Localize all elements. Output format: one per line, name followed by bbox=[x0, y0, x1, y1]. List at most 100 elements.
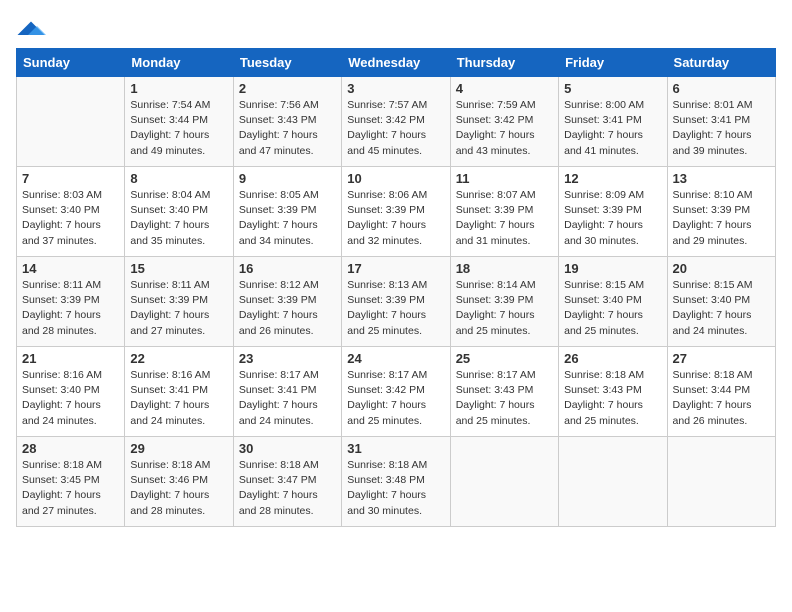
calendar-cell: 11 Sunrise: 8:07 AMSunset: 3:39 PMDayligh… bbox=[450, 167, 558, 257]
day-header-sunday: Sunday bbox=[17, 49, 125, 77]
calendar-cell: 6 Sunrise: 8:01 AMSunset: 3:41 PMDaylight… bbox=[667, 77, 775, 167]
day-info: Sunrise: 8:16 AMSunset: 3:40 PMDaylight:… bbox=[22, 368, 119, 429]
day-number: 16 bbox=[239, 261, 336, 276]
day-number: 3 bbox=[347, 81, 444, 96]
day-info: Sunrise: 8:13 AMSunset: 3:39 PMDaylight:… bbox=[347, 278, 444, 339]
week-row-1: 7 Sunrise: 8:03 AMSunset: 3:40 PMDaylight… bbox=[17, 167, 776, 257]
day-info: Sunrise: 8:05 AMSunset: 3:39 PMDaylight:… bbox=[239, 188, 336, 249]
day-header-monday: Monday bbox=[125, 49, 233, 77]
calendar-cell: 25 Sunrise: 8:17 AMSunset: 3:43 PMDayligh… bbox=[450, 347, 558, 437]
day-number: 11 bbox=[456, 171, 553, 186]
day-info: Sunrise: 8:10 AMSunset: 3:39 PMDaylight:… bbox=[673, 188, 770, 249]
day-number: 17 bbox=[347, 261, 444, 276]
day-info: Sunrise: 7:54 AMSunset: 3:44 PMDaylight:… bbox=[130, 98, 227, 159]
calendar-cell bbox=[450, 437, 558, 527]
day-info: Sunrise: 7:59 AMSunset: 3:42 PMDaylight:… bbox=[456, 98, 553, 159]
day-info: Sunrise: 8:17 AMSunset: 3:43 PMDaylight:… bbox=[456, 368, 553, 429]
day-header-saturday: Saturday bbox=[667, 49, 775, 77]
day-number: 24 bbox=[347, 351, 444, 366]
calendar-cell: 5 Sunrise: 8:00 AMSunset: 3:41 PMDaylight… bbox=[559, 77, 667, 167]
calendar-cell: 16 Sunrise: 8:12 AMSunset: 3:39 PMDayligh… bbox=[233, 257, 341, 347]
day-number: 15 bbox=[130, 261, 227, 276]
day-number: 6 bbox=[673, 81, 770, 96]
day-info: Sunrise: 8:03 AMSunset: 3:40 PMDaylight:… bbox=[22, 188, 119, 249]
day-info: Sunrise: 8:18 AMSunset: 3:47 PMDaylight:… bbox=[239, 458, 336, 519]
calendar-cell: 4Sunrise: 7:59 AMSunset: 3:42 PMDaylight… bbox=[450, 77, 558, 167]
day-info: Sunrise: 8:18 AMSunset: 3:44 PMDaylight:… bbox=[673, 368, 770, 429]
day-number: 12 bbox=[564, 171, 661, 186]
day-number: 25 bbox=[456, 351, 553, 366]
calendar-cell: 31 Sunrise: 8:18 AMSunset: 3:48 PMDayligh… bbox=[342, 437, 450, 527]
calendar-cell: 24 Sunrise: 8:17 AMSunset: 3:42 PMDayligh… bbox=[342, 347, 450, 437]
calendar-cell: 2Sunrise: 7:56 AMSunset: 3:43 PMDaylight… bbox=[233, 77, 341, 167]
day-info: Sunrise: 8:17 AMSunset: 3:41 PMDaylight:… bbox=[239, 368, 336, 429]
calendar-cell: 17 Sunrise: 8:13 AMSunset: 3:39 PMDayligh… bbox=[342, 257, 450, 347]
day-info: Sunrise: 8:09 AMSunset: 3:39 PMDaylight:… bbox=[564, 188, 661, 249]
day-info: Sunrise: 8:16 AMSunset: 3:41 PMDaylight:… bbox=[130, 368, 227, 429]
day-info: Sunrise: 8:17 AMSunset: 3:42 PMDaylight:… bbox=[347, 368, 444, 429]
week-row-0: 1 Sunrise: 7:54 AMSunset: 3:44 PMDaylight… bbox=[17, 77, 776, 167]
day-number: 27 bbox=[673, 351, 770, 366]
day-number: 22 bbox=[130, 351, 227, 366]
day-info: Sunrise: 8:11 AMSunset: 3:39 PMDaylight:… bbox=[130, 278, 227, 339]
calendar-cell: 12 Sunrise: 8:09 AMSunset: 3:39 PMDayligh… bbox=[559, 167, 667, 257]
calendar-cell: 15 Sunrise: 8:11 AMSunset: 3:39 PMDayligh… bbox=[125, 257, 233, 347]
day-number: 5 bbox=[564, 81, 661, 96]
calendar-cell: 27 Sunrise: 8:18 AMSunset: 3:44 PMDayligh… bbox=[667, 347, 775, 437]
day-number: 1 bbox=[130, 81, 227, 96]
day-number: 29 bbox=[130, 441, 227, 456]
day-number: 10 bbox=[347, 171, 444, 186]
calendar-cell bbox=[667, 437, 775, 527]
day-info: Sunrise: 7:57 AMSunset: 3:42 PMDaylight:… bbox=[347, 98, 444, 159]
day-number: 20 bbox=[673, 261, 770, 276]
day-info: Sunrise: 8:18 AMSunset: 3:48 PMDaylight:… bbox=[347, 458, 444, 519]
day-number: 7 bbox=[22, 171, 119, 186]
day-info: Sunrise: 8:00 AMSunset: 3:41 PMDaylight:… bbox=[564, 98, 661, 159]
calendar-cell: 19Sunrise: 8:15 AMSunset: 3:40 PMDayligh… bbox=[559, 257, 667, 347]
day-number: 9 bbox=[239, 171, 336, 186]
day-info: Sunrise: 8:18 AMSunset: 3:46 PMDaylight:… bbox=[130, 458, 227, 519]
calendar-cell: 14 Sunrise: 8:11 AMSunset: 3:39 PMDayligh… bbox=[17, 257, 125, 347]
day-header-thursday: Thursday bbox=[450, 49, 558, 77]
week-row-2: 14 Sunrise: 8:11 AMSunset: 3:39 PMDayligh… bbox=[17, 257, 776, 347]
calendar-cell bbox=[559, 437, 667, 527]
day-number: 28 bbox=[22, 441, 119, 456]
day-info: Sunrise: 8:04 AMSunset: 3:40 PMDaylight:… bbox=[130, 188, 227, 249]
calendar-cell: 9 Sunrise: 8:05 AMSunset: 3:39 PMDaylight… bbox=[233, 167, 341, 257]
day-header-tuesday: Tuesday bbox=[233, 49, 341, 77]
day-header-friday: Friday bbox=[559, 49, 667, 77]
calendar-cell: 8 Sunrise: 8:04 AMSunset: 3:40 PMDaylight… bbox=[125, 167, 233, 257]
calendar-cell: 20Sunrise: 8:15 AMSunset: 3:40 PMDayligh… bbox=[667, 257, 775, 347]
calendar-table: SundayMondayTuesdayWednesdayThursdayFrid… bbox=[16, 48, 776, 527]
day-number: 8 bbox=[130, 171, 227, 186]
calendar-cell: 3 Sunrise: 7:57 AMSunset: 3:42 PMDaylight… bbox=[342, 77, 450, 167]
day-info: Sunrise: 8:12 AMSunset: 3:39 PMDaylight:… bbox=[239, 278, 336, 339]
day-info: Sunrise: 8:01 AMSunset: 3:41 PMDaylight:… bbox=[673, 98, 770, 159]
day-info: Sunrise: 8:11 AMSunset: 3:39 PMDaylight:… bbox=[22, 278, 119, 339]
calendar-cell: 13 Sunrise: 8:10 AMSunset: 3:39 PMDayligh… bbox=[667, 167, 775, 257]
day-number: 13 bbox=[673, 171, 770, 186]
day-info: Sunrise: 8:07 AMSunset: 3:39 PMDaylight:… bbox=[456, 188, 553, 249]
week-row-4: 28Sunrise: 8:18 AMSunset: 3:45 PMDayligh… bbox=[17, 437, 776, 527]
day-number: 26 bbox=[564, 351, 661, 366]
calendar-cell bbox=[17, 77, 125, 167]
day-number: 23 bbox=[239, 351, 336, 366]
calendar-cell: 28Sunrise: 8:18 AMSunset: 3:45 PMDayligh… bbox=[17, 437, 125, 527]
day-info: Sunrise: 8:14 AMSunset: 3:39 PMDaylight:… bbox=[456, 278, 553, 339]
week-row-3: 21 Sunrise: 8:16 AMSunset: 3:40 PMDayligh… bbox=[17, 347, 776, 437]
day-info: Sunrise: 8:06 AMSunset: 3:39 PMDaylight:… bbox=[347, 188, 444, 249]
day-number: 31 bbox=[347, 441, 444, 456]
calendar-cell: 23 Sunrise: 8:17 AMSunset: 3:41 PMDayligh… bbox=[233, 347, 341, 437]
day-number: 19 bbox=[564, 261, 661, 276]
calendar-cell: 26 Sunrise: 8:18 AMSunset: 3:43 PMDayligh… bbox=[559, 347, 667, 437]
day-header-wednesday: Wednesday bbox=[342, 49, 450, 77]
calendar-cell: 10 Sunrise: 8:06 AMSunset: 3:39 PMDayligh… bbox=[342, 167, 450, 257]
day-number: 14 bbox=[22, 261, 119, 276]
day-info: Sunrise: 7:56 AMSunset: 3:43 PMDaylight:… bbox=[239, 98, 336, 159]
calendar-cell: 7 Sunrise: 8:03 AMSunset: 3:40 PMDaylight… bbox=[17, 167, 125, 257]
day-number: 21 bbox=[22, 351, 119, 366]
day-number: 18 bbox=[456, 261, 553, 276]
logo-icon bbox=[16, 20, 46, 38]
day-info: Sunrise: 8:18 AMSunset: 3:43 PMDaylight:… bbox=[564, 368, 661, 429]
logo bbox=[16, 20, 50, 38]
